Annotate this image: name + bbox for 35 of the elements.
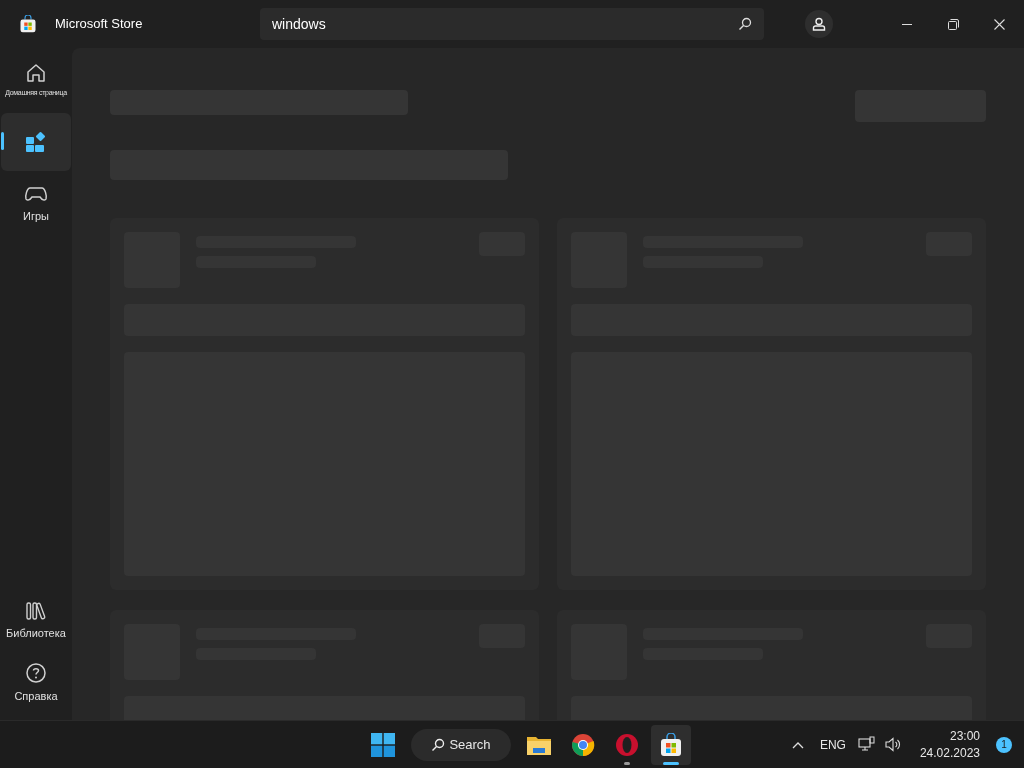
- language-indicator[interactable]: ENG: [819, 735, 846, 754]
- windows-logo-icon: [371, 732, 395, 757]
- clock-date[interactable]: 24.02.2023: [919, 744, 980, 762]
- running-indicator: [663, 761, 679, 765]
- search-field[interactable]: windows: [260, 8, 764, 40]
- taskbar-app[interactable]: [651, 724, 691, 765]
- running-indicator: [624, 761, 630, 765]
- browser-icon: [571, 732, 595, 757]
- nav-item[interactable]: Справка: [1, 654, 71, 712]
- search-input[interactable]: windows: [272, 13, 738, 35]
- selection-indicator: [1, 132, 4, 150]
- chevron-up-icon: [791, 740, 804, 749]
- help-icon: [25, 661, 47, 684]
- search-icon: [738, 17, 752, 31]
- clock-time[interactable]: 23:00: [949, 727, 980, 745]
- network-icon[interactable]: [857, 736, 875, 753]
- apps-icon: [25, 131, 47, 153]
- search-icon: [431, 737, 446, 752]
- store-icon: [659, 732, 683, 757]
- minimize-icon: [902, 23, 912, 25]
- restore-icon: [947, 18, 959, 30]
- volume-icon[interactable]: [884, 737, 902, 752]
- nav-item[interactable]: Библиотека: [1, 592, 71, 650]
- taskbar-search[interactable]: Search: [411, 728, 511, 761]
- window-title: Microsoft Store: [55, 15, 144, 34]
- ring-browser-icon: [615, 732, 639, 757]
- home-icon: [25, 61, 47, 84]
- nav-item[interactable]: Игры: [1, 175, 71, 233]
- close-icon: [993, 18, 1005, 30]
- person-icon: [812, 17, 826, 31]
- nav-item[interactable]: [1, 113, 71, 171]
- library-icon: [25, 600, 47, 621]
- account-button[interactable]: [805, 10, 833, 38]
- store-icon: [18, 15, 37, 33]
- notification-badge[interactable]: 1: [996, 736, 1012, 753]
